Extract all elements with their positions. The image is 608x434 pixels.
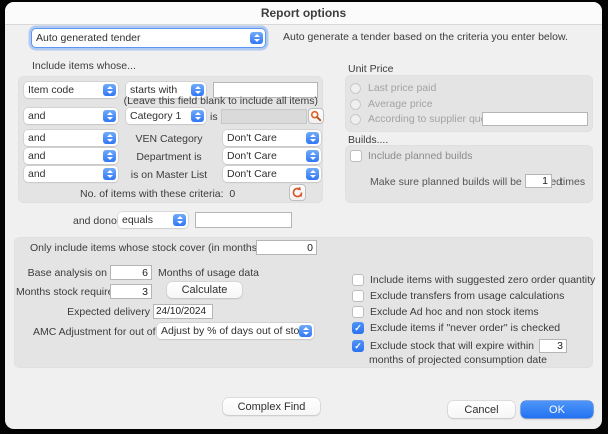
checkbox-icon: [352, 306, 364, 318]
window-title: Report options: [261, 6, 346, 20]
calculate-button[interactable]: Calculate: [167, 282, 242, 298]
amc-adjustment-label: AMC Adjustment for out of stock: [33, 326, 153, 338]
masterlist-value-select[interactable]: Don't Care: [223, 166, 321, 182]
report-type-value: Auto generated tender: [32, 32, 250, 44]
stepper-icon: [103, 150, 116, 162]
stepper-icon: [306, 168, 319, 180]
refresh-count-button[interactable]: [289, 184, 306, 201]
supplier-quote-input[interactable]: [482, 112, 588, 126]
expected-delivery-label: Expected delivery: [50, 306, 150, 318]
donor-op-select[interactable]: equals: [118, 212, 188, 228]
refresh-icon: [291, 186, 304, 199]
magnifier-icon: [310, 110, 322, 122]
stock-cover-label: Only include items whose stock cover (in…: [30, 242, 252, 254]
builds-covered-input[interactable]: [525, 174, 552, 188]
radio-icon: [350, 83, 361, 94]
checkbox-exclude-expiring[interactable]: Exclude stock that will expire within: [352, 340, 534, 352]
radio-supplier-quote[interactable]: According to supplier quote: [350, 113, 495, 125]
checkbox-exclude-adhoc[interactable]: Exclude Ad hoc and non stock items: [352, 306, 539, 318]
criteria-section-label: Include items whose...: [32, 60, 136, 72]
months-required-input[interactable]: [110, 284, 152, 299]
ven-value-select[interactable]: Don't Care: [223, 130, 321, 146]
donor-label: and donor: [73, 215, 120, 227]
radio-last-price-paid[interactable]: Last price paid: [350, 82, 436, 94]
unit-price-section-label: Unit Price: [348, 63, 394, 75]
criteria-count-value: 0: [229, 188, 235, 200]
checkbox-exclude-never-order[interactable]: Exclude items if "never order" is checke…: [352, 322, 560, 334]
expected-delivery-input[interactable]: [153, 304, 213, 319]
base-analysis-input[interactable]: [110, 265, 152, 280]
criteria-field-select[interactable]: Item code: [24, 82, 118, 98]
checkbox-icon: [352, 274, 364, 286]
category-search-button[interactable]: [308, 108, 324, 124]
report-description: Auto generate a tender based on the crit…: [283, 31, 568, 43]
criteria-hint: (Leave this field blank to include all i…: [120, 95, 318, 107]
checkbox-icon: [352, 340, 364, 352]
radio-icon: [350, 99, 361, 110]
stepper-icon: [306, 132, 319, 144]
stepper-icon: [299, 325, 312, 337]
stepper-icon: [103, 110, 116, 122]
category-field-select[interactable]: Category 1: [126, 108, 206, 124]
stepper-icon: [173, 214, 186, 226]
cancel-button[interactable]: Cancel: [448, 401, 515, 418]
checkbox-icon: [350, 150, 362, 162]
base-analysis-suffix: Months of usage data: [158, 267, 259, 279]
complex-find-button[interactable]: Complex Find: [223, 398, 320, 415]
stepper-icon: [191, 110, 204, 122]
radio-icon: [350, 114, 361, 125]
stepper-icon: [103, 168, 116, 180]
criteria-count-label: No. of items with these criteria: 0: [80, 188, 235, 200]
include-planned-builds-checkbox[interactable]: Include planned builds: [350, 150, 473, 162]
department-conjunction-select[interactable]: and: [24, 148, 118, 164]
base-analysis-label: Base analysis on: [20, 267, 107, 279]
ven-conjunction-select[interactable]: and: [24, 130, 118, 146]
department-field-label: Department is: [118, 151, 220, 163]
donor-value-input[interactable]: [195, 212, 292, 228]
stepper-icon: [103, 132, 116, 144]
expire-suffix-label: months of projected consumption date: [369, 354, 547, 366]
builds-covered-suffix: times: [560, 176, 585, 188]
stock-cover-input[interactable]: [256, 240, 317, 255]
stepper-icon: [250, 32, 263, 44]
ok-button[interactable]: OK: [521, 401, 593, 418]
report-type-select[interactable]: Auto generated tender: [32, 29, 265, 47]
radio-average-price[interactable]: Average price: [350, 98, 433, 110]
months-required-label: Months stock required: [16, 286, 107, 298]
checkbox-zero-order[interactable]: Include items with suggested zero order …: [352, 274, 595, 286]
stepper-icon: [306, 150, 319, 162]
masterlist-field-label: is on Master List: [118, 169, 220, 181]
checkbox-icon: [352, 290, 364, 302]
screen: Report options Auto generated tender Aut…: [0, 0, 608, 434]
stepper-icon: [103, 84, 116, 96]
checkbox-icon: [352, 322, 364, 334]
category-op-label: is: [210, 111, 218, 123]
masterlist-conjunction-select[interactable]: and: [24, 166, 118, 182]
checkbox-exclude-transfers[interactable]: Exclude transfers from usage calculation…: [352, 290, 564, 302]
department-value-select[interactable]: Don't Care: [223, 148, 321, 164]
amc-adjustment-select[interactable]: Adjust by % of days out of stock: [157, 323, 314, 339]
category-value-input: [221, 109, 307, 124]
ven-field-label: VEN Category: [118, 133, 220, 145]
expire-months-input[interactable]: [539, 339, 567, 353]
title-bar: Report options: [5, 2, 602, 25]
category-conjunction-select[interactable]: and: [24, 108, 118, 124]
